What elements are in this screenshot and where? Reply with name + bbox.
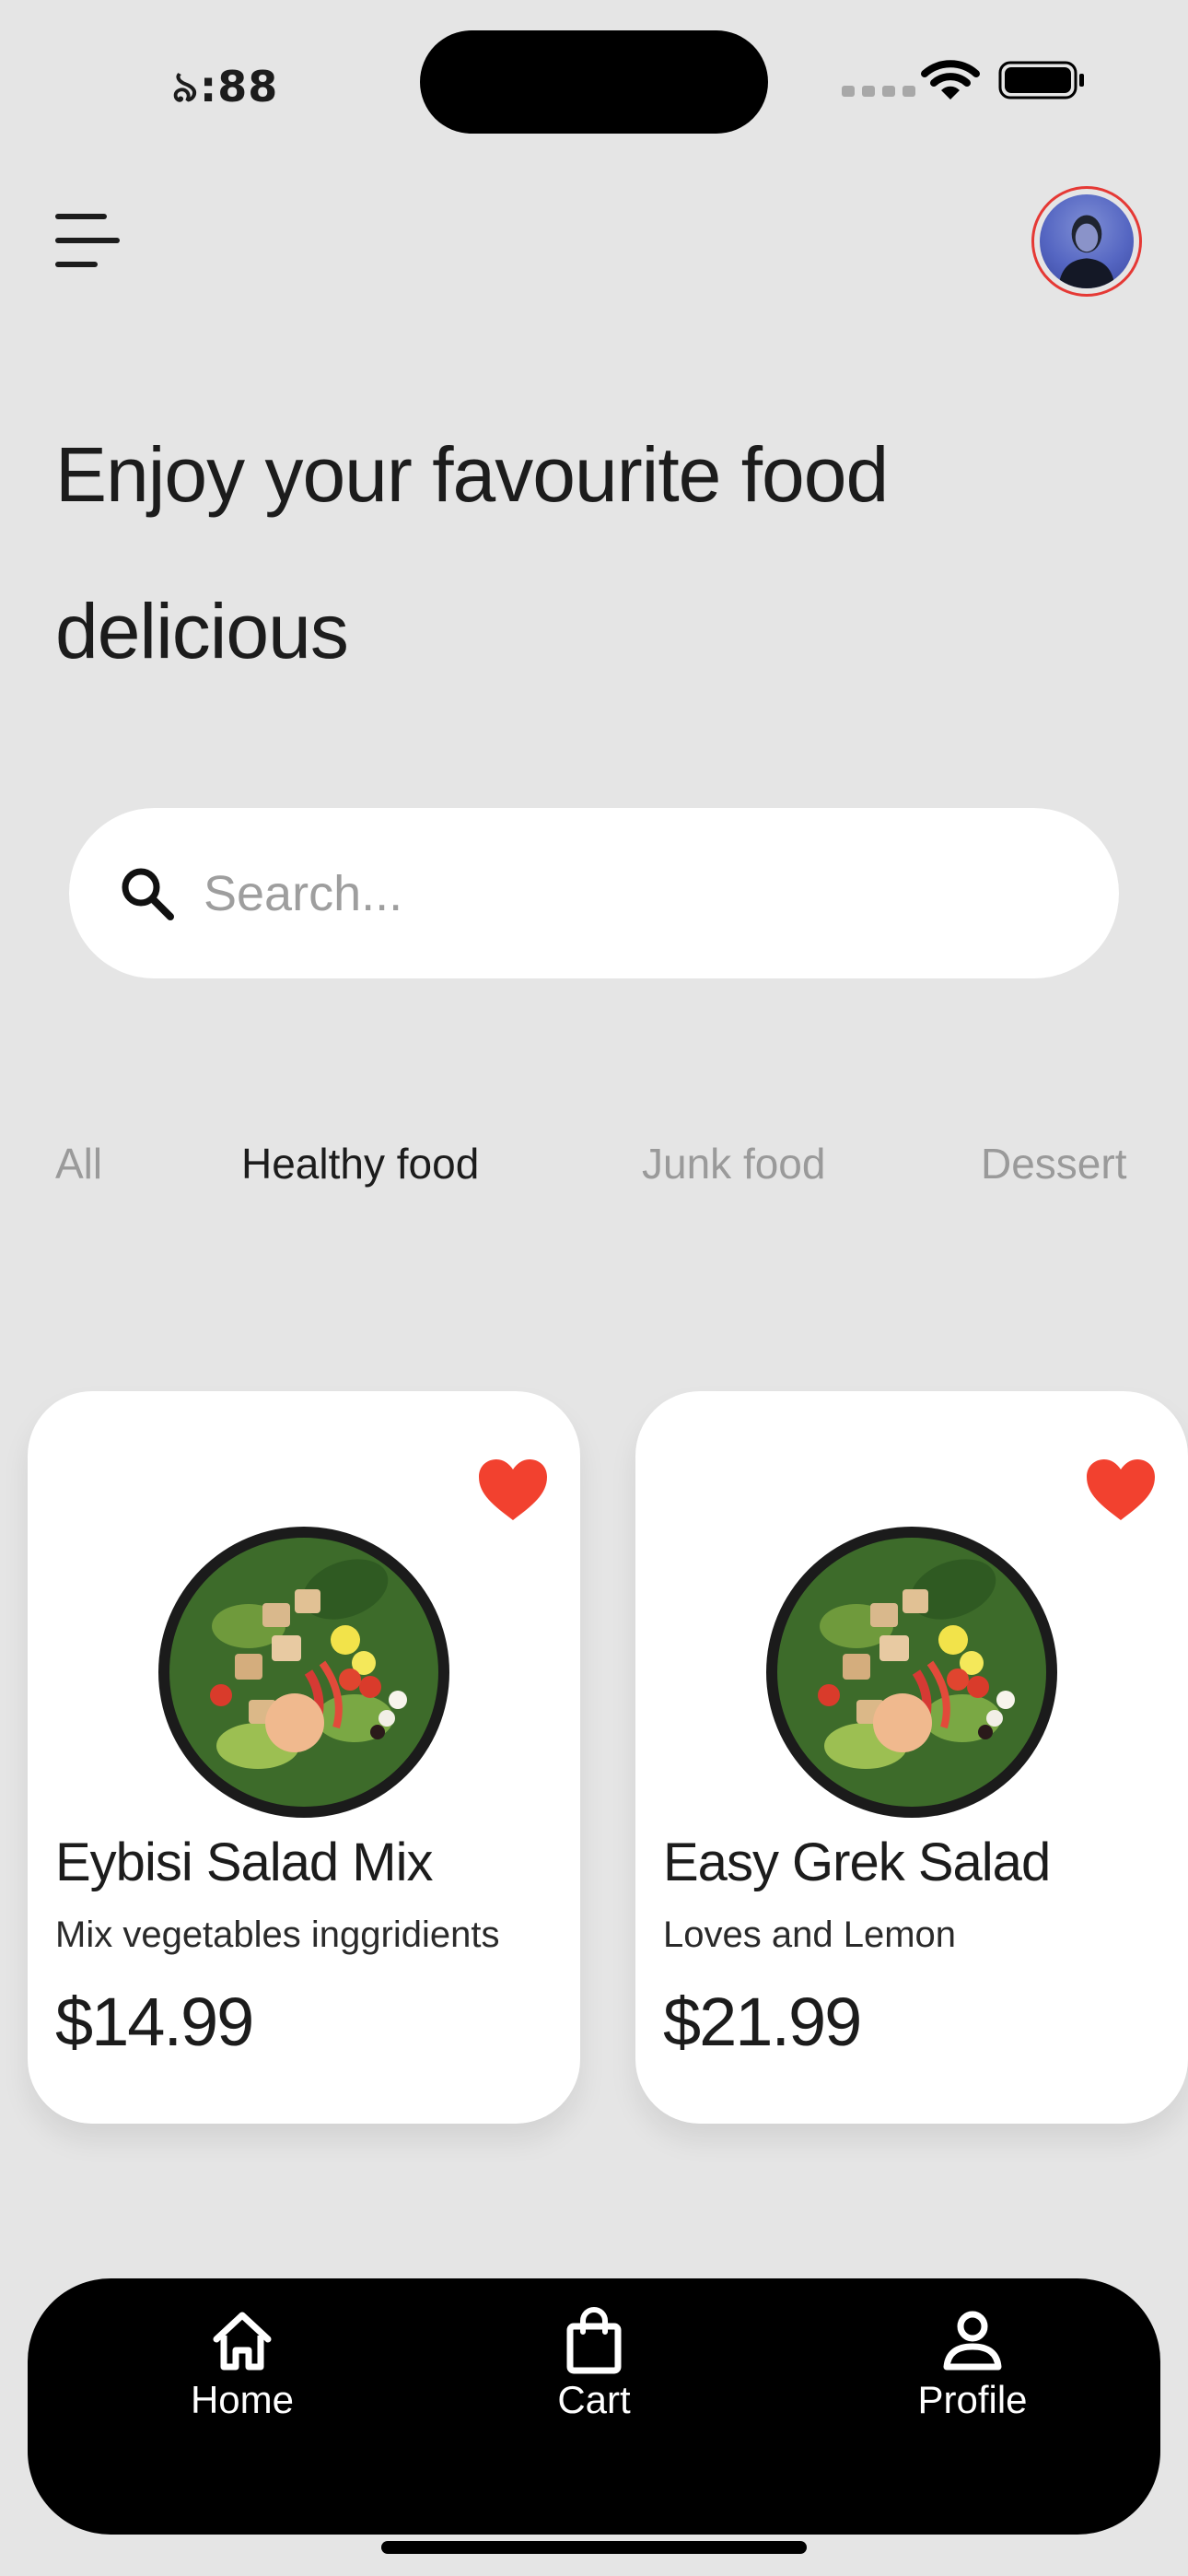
avatar[interactable] <box>1031 186 1142 297</box>
salad-bowl-image <box>158 1527 449 1818</box>
nav-cart-label: Cart <box>557 2378 631 2421</box>
menu-icon[interactable] <box>55 210 120 271</box>
product-description: Mix vegetables inggridients <box>55 1914 500 1955</box>
product-price: $21.99 <box>663 1984 862 2060</box>
tab-all[interactable]: All <box>55 1139 102 1188</box>
product-description: Loves and Lemon <box>663 1914 957 1955</box>
heart-icon[interactable] <box>1085 1458 1157 1522</box>
search-input[interactable] <box>202 863 1034 923</box>
battery-icon <box>998 61 1084 100</box>
search-bar[interactable] <box>69 808 1119 978</box>
tab-dessert[interactable]: Dessert <box>981 1139 1126 1188</box>
person-icon <box>943 2311 1002 2371</box>
salad-bowl-image <box>766 1527 1057 1818</box>
page-title: Enjoy your favourite food delicious <box>55 431 889 674</box>
home-indicator[interactable] <box>381 2541 807 2554</box>
product-name: Easy Grek Salad <box>663 1832 1051 1892</box>
shopping-bag-icon <box>566 2307 622 2374</box>
category-tabs: All Healthy food Junk food Dessert <box>0 1139 1188 1203</box>
tab-healthy-food[interactable]: Healthy food <box>241 1139 479 1188</box>
cellular-signal-icon <box>842 86 915 97</box>
product-price: $14.99 <box>55 1984 254 2060</box>
product-card[interactable]: Easy Grek Salad Loves and Lemon $21.99 <box>635 1391 1188 2124</box>
nav-home-label: Home <box>190 2378 295 2421</box>
product-card[interactable]: Eybisi Salad Mix Mix vegetables inggridi… <box>28 1391 580 2124</box>
bottom-navigation: Home Cart Profile <box>28 2278 1160 2535</box>
search-icon <box>122 868 174 920</box>
nav-cart[interactable]: Cart <box>493 2304 695 2422</box>
tab-junk-food[interactable]: Junk food <box>642 1139 825 1188</box>
dynamic-island <box>420 30 768 134</box>
status-time: ৯:88 <box>171 62 279 111</box>
wifi-icon <box>921 60 980 100</box>
nav-home[interactable]: Home <box>141 2304 344 2422</box>
product-name: Eybisi Salad Mix <box>55 1832 433 1892</box>
heart-icon[interactable] <box>477 1458 549 1522</box>
nav-profile-label: Profile <box>917 2378 1028 2421</box>
home-icon <box>213 2312 272 2371</box>
nav-profile[interactable]: Profile <box>871 2304 1074 2422</box>
